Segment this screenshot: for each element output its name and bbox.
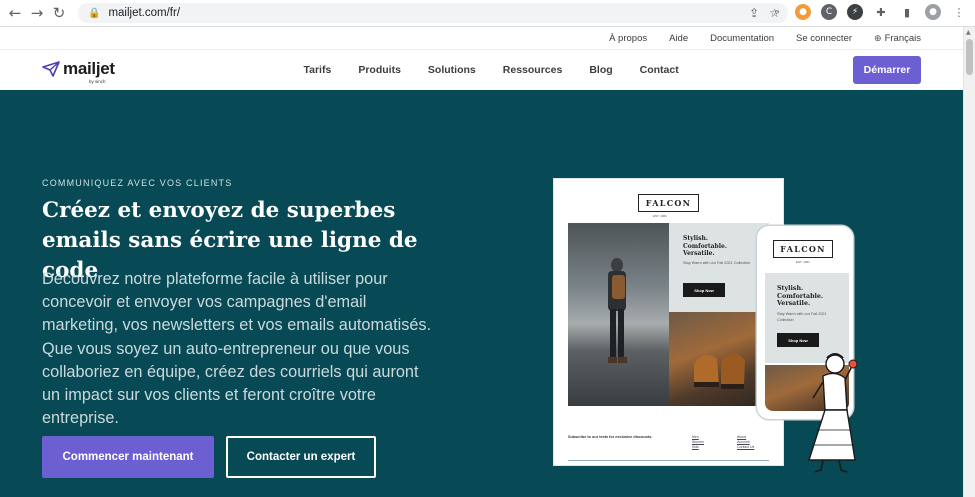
address-bar[interactable]: 🔒 mailjet.com/fr/ ⇪ ☆ — [78, 3, 788, 23]
email-preview-card: FALCON EST. 1961 Stylish. Comfortable. Ver… — [554, 179, 783, 465]
phone-shop-now-button[interactable]: Shop Now — [777, 333, 819, 347]
email-footer-col1: Men Women Kids — [692, 435, 704, 450]
paper-plane-icon — [42, 61, 60, 77]
logo-subtext: by sinch — [89, 79, 106, 84]
email-subtext: Stay Warm with our Fall 2021 Collection — [683, 261, 751, 265]
phone-subtext: Stay Warm with our Fall 2021 Collection — [777, 312, 827, 322]
extension-bolt-icon[interactable]: ⚡ — [847, 4, 863, 20]
footer-link-kids[interactable]: Kids — [692, 445, 704, 450]
link-documentation[interactable]: Documentation — [710, 33, 774, 44]
falcon-logo: FALCON — [638, 194, 699, 212]
nav-item-produits[interactable]: Produits — [358, 64, 401, 76]
search-icon[interactable]: ⌕ — [769, 4, 785, 20]
browser-toolbar: ← → ↻ 🔒 mailjet.com/fr/ ⇪ ☆ ⌕ ● C ⚡ ✚ ▮ … — [0, 0, 975, 27]
nav-item-contact[interactable]: Contact — [640, 64, 679, 76]
footer-link-contact[interactable]: Contact Us — [737, 445, 754, 450]
hiker-photo — [568, 223, 669, 406]
illustration-figure — [808, 353, 858, 473]
scroll-thumb[interactable] — [966, 39, 973, 75]
extension-orange-icon[interactable]: ● — [795, 4, 811, 20]
reload-icon[interactable]: ↻ — [48, 2, 70, 24]
nav-item-blog[interactable]: Blog — [589, 64, 612, 76]
phone-falcon-logo: FALCON — [773, 240, 833, 258]
menu-dots-icon[interactable]: ⋮ — [951, 4, 967, 20]
hero-section: COMMUNIQUEZ AVEC VOS CLIENTS Créez et en… — [0, 90, 963, 497]
url-text: mailjet.com/fr/ — [108, 7, 181, 19]
hero-description: Découvrez notre plateforme facile à util… — [42, 270, 432, 428]
shop-now-button[interactable]: Shop Now — [683, 283, 725, 297]
link-about[interactable]: À propos — [609, 33, 647, 44]
email-headline: Stylish. Comfortable. Versatile. — [683, 235, 727, 257]
hiker-figure — [608, 258, 627, 363]
mailjet-logo[interactable]: mailjet by sinch — [42, 59, 115, 84]
page-scrollbar[interactable]: ▲ — [963, 27, 975, 497]
phone-headline: Stylish. Comfortable. Versatile. — [777, 285, 824, 307]
email-footer-text: Subscribe to our texts for exclusive dis… — [568, 435, 653, 439]
back-icon[interactable]: ← — [4, 2, 26, 24]
start-button[interactable]: Démarrer — [853, 56, 921, 84]
hero-eyebrow: COMMUNIQUEZ AVEC VOS CLIENTS — [42, 178, 233, 188]
logo-text: mailjet — [63, 59, 115, 78]
language-selector[interactable]: ⊕ Français — [874, 33, 921, 44]
lock-icon: 🔒 — [88, 7, 101, 19]
link-login[interactable]: Se connecter — [796, 33, 852, 44]
email-promo-panel: Stylish. Comfortable. Versatile. Stay Warm… — [669, 223, 769, 312]
link-help[interactable]: Aide — [669, 33, 688, 44]
email-footer-col2: About Account Contact Us — [737, 435, 754, 450]
extension-c-icon[interactable]: C — [821, 4, 837, 20]
utility-bar: À propos Aide Documentation Se connecter… — [0, 27, 963, 50]
puzzle-icon[interactable]: ✚ — [873, 4, 889, 20]
falcon-logo-sub: EST. 1961 — [653, 214, 667, 218]
nav-item-ressources[interactable]: Ressources — [503, 64, 563, 76]
boots-image — [694, 353, 745, 389]
start-now-button[interactable]: Commencer maintenant — [42, 436, 214, 478]
nav-item-solutions[interactable]: Solutions — [428, 64, 476, 76]
boots-photo — [669, 312, 769, 406]
nav-item-tarifs[interactable]: Tarifs — [304, 64, 332, 76]
email-footer-divider — [568, 460, 769, 461]
scroll-up-icon[interactable]: ▲ — [966, 29, 971, 36]
main-navigation: mailjet by sinch Tarifs Produits Solutio… — [0, 50, 963, 90]
globe-icon: ⊕ — [874, 34, 882, 44]
sidepanel-icon[interactable]: ▮ — [899, 4, 915, 20]
forward-icon[interactable]: → — [26, 2, 48, 24]
phone-falcon-logo-sub: EST. 1961 — [796, 260, 810, 264]
extensions-bar: ⌕ ● C ⚡ ✚ ▮ ● ⋮ — [769, 4, 967, 20]
contact-expert-button[interactable]: Contacter un expert — [226, 436, 376, 478]
language-label: Français — [884, 33, 921, 44]
profile-avatar-icon[interactable]: ● — [925, 4, 941, 20]
share-icon[interactable]: ⇪ — [749, 6, 759, 20]
